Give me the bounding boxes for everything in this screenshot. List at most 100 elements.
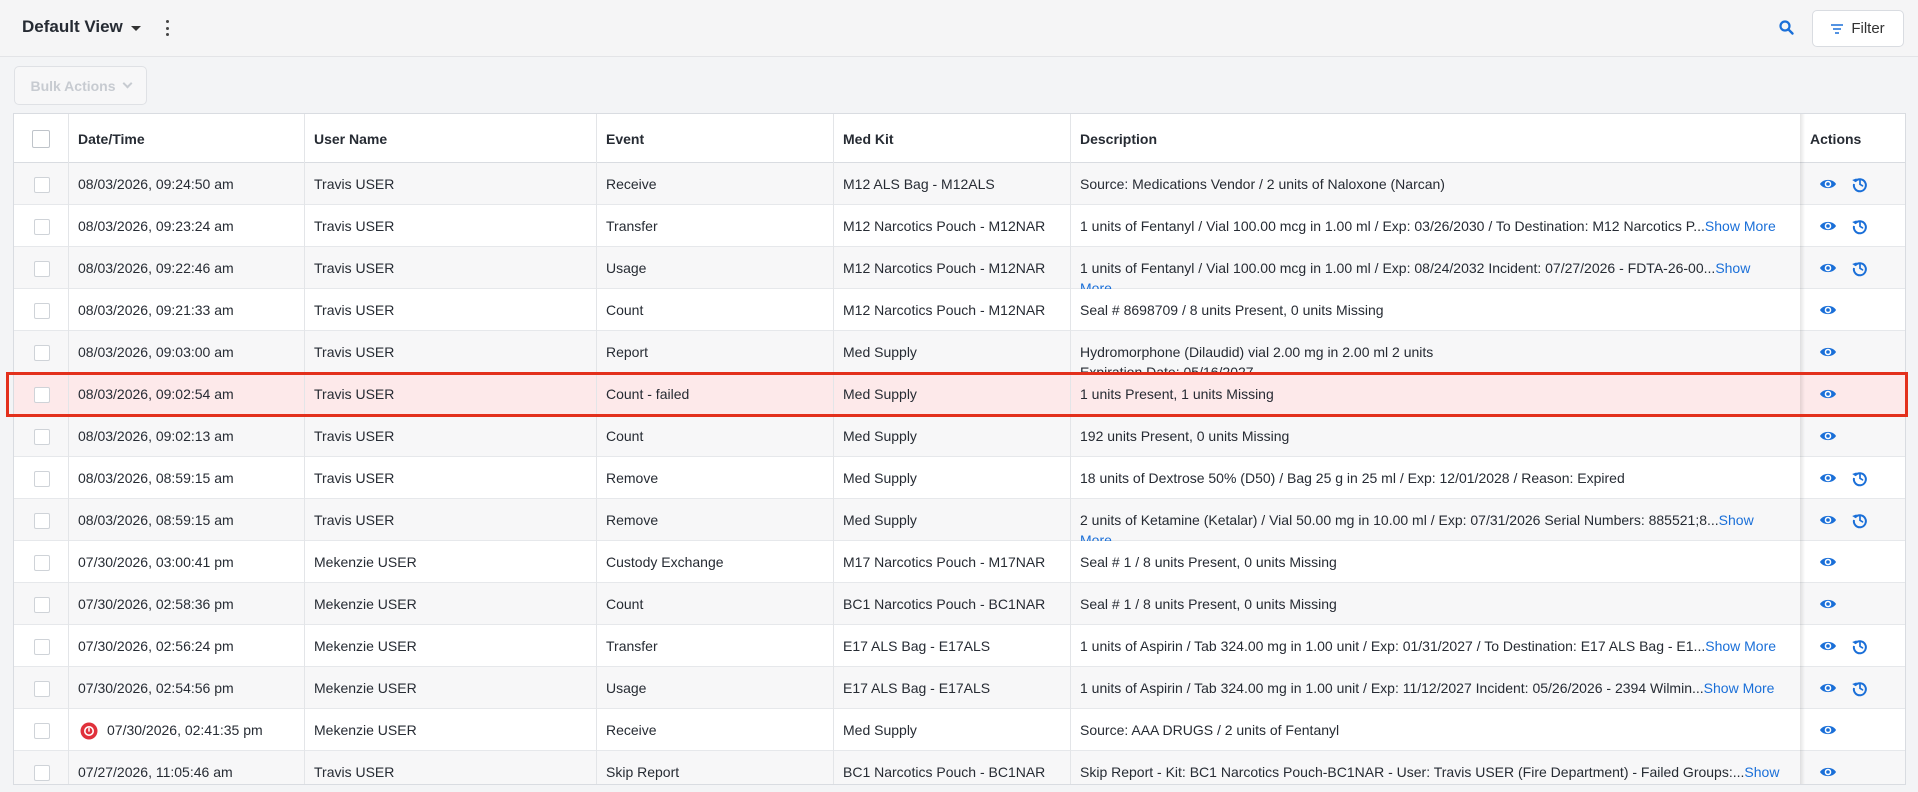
table-row[interactable]: 07/27/2026, 11:05:46 am Travis USER Skip R… (14, 751, 1905, 784)
column-header-description[interactable]: Description (1070, 114, 1800, 163)
cell-description: 18 units of Dextrose 50% (D50) / Bag 25 … (1070, 457, 1800, 499)
row-checkbox[interactable] (34, 555, 50, 571)
history-icon[interactable] (1851, 637, 1869, 655)
cell-description: Seal # 8698709 / 8 units Present, 0 unit… (1070, 289, 1800, 331)
view-icon[interactable] (1819, 763, 1837, 781)
cell-user: Mekenzie USER (314, 680, 417, 696)
show-more-link[interactable]: Show More (1705, 638, 1776, 654)
more-options-icon[interactable] (163, 20, 171, 36)
show-more-link[interactable]: Show (1744, 764, 1779, 780)
row-checkbox[interactable] (34, 723, 50, 739)
row-checkbox[interactable] (34, 471, 50, 487)
show-more-link[interactable]: Show (1715, 260, 1750, 276)
view-icon[interactable] (1819, 427, 1837, 445)
cell-user: Travis USER (314, 386, 395, 402)
cell-medkit: Med Supply (843, 722, 917, 738)
row-checkbox[interactable] (34, 387, 50, 403)
chevron-down-icon (130, 26, 141, 31)
table-row[interactable]: 08/03/2026, 09:24:50 am Travis USER Receiv… (14, 163, 1905, 205)
cell-user: Travis USER (314, 428, 395, 444)
view-icon[interactable] (1819, 469, 1837, 487)
show-more-link[interactable]: Show More (1704, 680, 1775, 696)
cell-event: Transfer (606, 638, 658, 654)
view-icon[interactable] (1819, 721, 1837, 739)
search-icon[interactable] (1778, 19, 1796, 37)
row-checkbox[interactable] (34, 261, 50, 277)
column-header-datetime[interactable]: Date/Time (68, 114, 304, 163)
view-icon[interactable] (1819, 343, 1837, 361)
bulk-actions-button[interactable]: Bulk Actions (14, 66, 147, 105)
view-icon[interactable] (1819, 175, 1837, 193)
cell-medkit: Med Supply (843, 428, 917, 444)
cell-datetime: 07/30/2026, 02:56:24 pm (78, 638, 234, 654)
view-selector[interactable]: Default View (22, 17, 141, 37)
row-checkbox[interactable] (34, 681, 50, 697)
history-icon[interactable] (1851, 511, 1869, 529)
column-header-event[interactable]: Event (596, 114, 833, 163)
cell-description: 1 units Present, 1 units Missing (1070, 373, 1800, 415)
view-icon[interactable] (1819, 679, 1837, 697)
history-icon[interactable] (1851, 217, 1869, 235)
show-more-link[interactable]: Show More (1705, 218, 1776, 234)
row-checkbox[interactable] (34, 303, 50, 319)
history-icon[interactable] (1851, 679, 1869, 697)
cell-user: Travis USER (314, 218, 395, 234)
history-icon[interactable] (1851, 259, 1869, 277)
table-row[interactable]: 07/30/2026, 02:54:56 pm Mekenzie USER Usag… (14, 667, 1905, 709)
alert-icon[interactable] (80, 722, 98, 740)
cell-user: Travis USER (314, 764, 395, 780)
view-icon[interactable] (1819, 301, 1837, 319)
table-row[interactable]: 08/03/2026, 09:22:46 am Travis USER Usage M… (14, 247, 1905, 289)
table-row[interactable]: 08/03/2026, 09:02:54 am Travis USER Count … (14, 373, 1905, 415)
table-row[interactable]: 08/03/2026, 09:23:24 am Travis USER Transf… (14, 205, 1905, 247)
table-row[interactable]: 08/03/2026, 09:03:00 am Travis USER Report… (14, 331, 1905, 373)
table-row[interactable]: 08/03/2026, 09:02:13 am Travis USER Count M… (14, 415, 1905, 457)
show-more-link[interactable]: More (1080, 530, 1800, 541)
table-row[interactable]: 07/30/2026, 03:00:41 pm Mekenzie USER Cust… (14, 541, 1905, 583)
table-row[interactable]: 08/03/2026, 08:59:15 am Travis USER Remove… (14, 499, 1905, 541)
row-checkbox[interactable] (34, 639, 50, 655)
select-all-checkbox[interactable] (32, 130, 50, 148)
table-row[interactable]: 07/30/2026, 02:56:24 pm Mekenzie USER Tran… (14, 625, 1905, 667)
show-more-link[interactable]: More (1080, 278, 1800, 289)
row-checkbox[interactable] (34, 345, 50, 361)
row-checkbox[interactable] (34, 597, 50, 613)
view-icon[interactable] (1819, 385, 1837, 403)
cell-user: Travis USER (314, 470, 395, 486)
history-icon[interactable] (1851, 469, 1869, 487)
table-row[interactable]: 08/03/2026, 09:21:33 am Travis USER Count M… (14, 289, 1905, 331)
cell-event: Receive (606, 722, 657, 738)
cell-medkit: E17 ALS Bag - E17ALS (843, 638, 991, 654)
column-header-medkit[interactable]: Med Kit (833, 114, 1070, 163)
sticky-column-shadow (1800, 114, 1805, 784)
row-checkbox[interactable] (34, 429, 50, 445)
row-checkbox[interactable] (34, 219, 50, 235)
row-checkbox[interactable] (34, 513, 50, 529)
description-text: Seal # 1 / 8 units Present, 0 units Miss… (1080, 554, 1337, 570)
view-icon[interactable] (1819, 511, 1837, 529)
view-icon[interactable] (1819, 259, 1837, 277)
cell-medkit: M12 Narcotics Pouch - M12NAR (843, 218, 1046, 234)
cell-datetime: 07/30/2026, 02:54:56 pm (78, 680, 234, 696)
view-icon[interactable] (1819, 553, 1837, 571)
row-checkbox[interactable] (34, 765, 50, 781)
table-row[interactable]: 07/30/2026, 02:58:36 pm Mekenzie USER Coun… (14, 583, 1905, 625)
description-text: Source: AAA DRUGS / 2 units of Fentanyl (1080, 722, 1340, 738)
cell-datetime: 07/30/2026, 03:00:41 pm (78, 554, 234, 570)
column-header-user[interactable]: User Name (304, 114, 596, 163)
cell-user: Travis USER (314, 344, 395, 360)
table-row[interactable]: 08/03/2026, 08:59:15 am Travis USER Remove… (14, 457, 1905, 499)
filter-button[interactable]: Filter (1812, 10, 1904, 47)
view-icon[interactable] (1819, 217, 1837, 235)
history-icon[interactable] (1851, 175, 1869, 193)
view-icon[interactable] (1819, 637, 1837, 655)
show-more-link[interactable]: Show (1719, 512, 1754, 528)
view-icon[interactable] (1819, 595, 1837, 613)
view-title: Default View (22, 17, 123, 36)
table-row[interactable]: 07/30/2026, 02:41:35 pm Mekenzie USER Rece… (14, 709, 1905, 751)
row-checkbox[interactable] (34, 177, 50, 193)
column-divider (833, 114, 834, 784)
column-divider (304, 114, 305, 784)
description-overflow: Expiration Date: 05/16/2027 (1080, 364, 1254, 373)
cell-datetime: 08/03/2026, 09:02:13 am (78, 428, 234, 444)
